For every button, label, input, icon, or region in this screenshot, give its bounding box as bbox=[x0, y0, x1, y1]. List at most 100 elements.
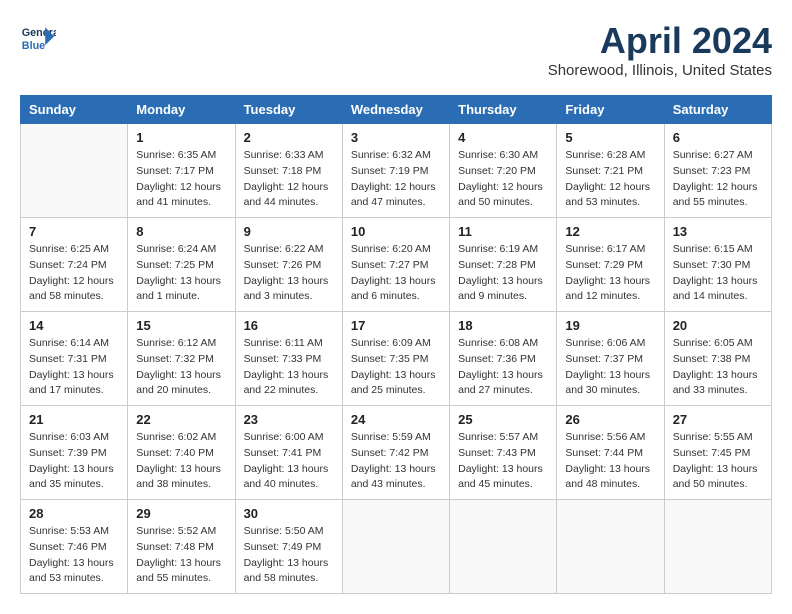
calendar-cell: 12 Sunrise: 6:17 AMSunset: 7:29 PMDayligh… bbox=[557, 218, 664, 312]
day-number: 26 bbox=[565, 412, 655, 427]
day-info: Sunrise: 6:09 AMSunset: 7:35 PMDaylight:… bbox=[351, 336, 441, 399]
calendar-cell bbox=[664, 500, 771, 594]
day-info: Sunrise: 6:28 AMSunset: 7:21 PMDaylight:… bbox=[565, 148, 655, 211]
day-number: 7 bbox=[29, 224, 119, 239]
calendar-cell: 2 Sunrise: 6:33 AMSunset: 7:18 PMDaylight… bbox=[235, 124, 342, 218]
day-number: 30 bbox=[244, 506, 334, 521]
weekday-header-monday: Monday bbox=[128, 96, 235, 124]
calendar-cell: 28 Sunrise: 5:53 AMSunset: 7:46 PMDayligh… bbox=[21, 500, 128, 594]
weekday-header-tuesday: Tuesday bbox=[235, 96, 342, 124]
day-info: Sunrise: 6:15 AMSunset: 7:30 PMDaylight:… bbox=[673, 242, 763, 305]
calendar-cell: 4 Sunrise: 6:30 AMSunset: 7:20 PMDaylight… bbox=[450, 124, 557, 218]
day-number: 3 bbox=[351, 130, 441, 145]
calendar-table: SundayMondayTuesdayWednesdayThursdayFrid… bbox=[20, 95, 772, 594]
day-info: Sunrise: 6:17 AMSunset: 7:29 PMDaylight:… bbox=[565, 242, 655, 305]
day-info: Sunrise: 6:03 AMSunset: 7:39 PMDaylight:… bbox=[29, 430, 119, 493]
day-number: 12 bbox=[565, 224, 655, 239]
day-number: 24 bbox=[351, 412, 441, 427]
title-block: April 2024 Shorewood, Illinois, United S… bbox=[548, 20, 772, 79]
day-info: Sunrise: 6:30 AMSunset: 7:20 PMDaylight:… bbox=[458, 148, 548, 211]
calendar-cell: 5 Sunrise: 6:28 AMSunset: 7:21 PMDaylight… bbox=[557, 124, 664, 218]
calendar-cell: 7 Sunrise: 6:25 AMSunset: 7:24 PMDaylight… bbox=[21, 218, 128, 312]
calendar-cell: 25 Sunrise: 5:57 AMSunset: 7:43 PMDayligh… bbox=[450, 406, 557, 500]
weekday-header-saturday: Saturday bbox=[664, 96, 771, 124]
day-info: Sunrise: 6:14 AMSunset: 7:31 PMDaylight:… bbox=[29, 336, 119, 399]
day-info: Sunrise: 6:35 AMSunset: 7:17 PMDaylight:… bbox=[136, 148, 226, 211]
day-number: 5 bbox=[565, 130, 655, 145]
svg-text:Blue: Blue bbox=[22, 40, 45, 52]
calendar-cell: 10Sunrise: 6:20 AMSunset: 7:27 PMDayligh… bbox=[342, 218, 449, 312]
day-number: 14 bbox=[29, 318, 119, 333]
day-info: Sunrise: 5:50 AMSunset: 7:49 PMDaylight:… bbox=[244, 524, 334, 587]
day-number: 23 bbox=[244, 412, 334, 427]
calendar-cell bbox=[21, 124, 128, 218]
day-info: Sunrise: 5:59 AMSunset: 7:42 PMDaylight:… bbox=[351, 430, 441, 493]
calendar-cell: 9Sunrise: 6:22 AMSunset: 7:26 PMDaylight… bbox=[235, 218, 342, 312]
day-info: Sunrise: 6:32 AMSunset: 7:19 PMDaylight:… bbox=[351, 148, 441, 211]
day-number: 13 bbox=[673, 224, 763, 239]
week-row-4: 21Sunrise: 6:03 AMSunset: 7:39 PMDayligh… bbox=[21, 406, 772, 500]
day-info: Sunrise: 6:08 AMSunset: 7:36 PMDaylight:… bbox=[458, 336, 548, 399]
day-info: Sunrise: 5:53 AMSunset: 7:46 PMDaylight:… bbox=[29, 524, 119, 587]
day-number: 6 bbox=[673, 130, 763, 145]
day-info: Sunrise: 6:02 AMSunset: 7:40 PMDaylight:… bbox=[136, 430, 226, 493]
day-number: 29 bbox=[136, 506, 226, 521]
page-header: General Blue April 2024 Shorewood, Illin… bbox=[20, 20, 772, 79]
location: Shorewood, Illinois, United States bbox=[548, 62, 772, 79]
calendar-cell: 27 Sunrise: 5:55 AMSunset: 7:45 PMDayligh… bbox=[664, 406, 771, 500]
calendar-cell bbox=[342, 500, 449, 594]
calendar-cell bbox=[450, 500, 557, 594]
calendar-cell: 15Sunrise: 6:12 AMSunset: 7:32 PMDayligh… bbox=[128, 312, 235, 406]
day-number: 1 bbox=[136, 130, 226, 145]
day-number: 4 bbox=[458, 130, 548, 145]
day-info: Sunrise: 6:25 AMSunset: 7:24 PMDaylight:… bbox=[29, 242, 119, 305]
week-row-2: 7 Sunrise: 6:25 AMSunset: 7:24 PMDaylight… bbox=[21, 218, 772, 312]
day-info: Sunrise: 6:33 AMSunset: 7:18 PMDaylight:… bbox=[244, 148, 334, 211]
calendar-cell: 6Sunrise: 6:27 AMSunset: 7:23 PMDaylight… bbox=[664, 124, 771, 218]
day-number: 25 bbox=[458, 412, 548, 427]
day-number: 19 bbox=[565, 318, 655, 333]
day-number: 8 bbox=[136, 224, 226, 239]
calendar-cell: 21Sunrise: 6:03 AMSunset: 7:39 PMDayligh… bbox=[21, 406, 128, 500]
calendar-cell: 3 Sunrise: 6:32 AMSunset: 7:19 PMDaylight… bbox=[342, 124, 449, 218]
week-row-1: 1 Sunrise: 6:35 AMSunset: 7:17 PMDaylight… bbox=[21, 124, 772, 218]
day-info: Sunrise: 6:12 AMSunset: 7:32 PMDaylight:… bbox=[136, 336, 226, 399]
calendar-cell: 17 Sunrise: 6:09 AMSunset: 7:35 PMDayligh… bbox=[342, 312, 449, 406]
day-info: Sunrise: 5:57 AMSunset: 7:43 PMDaylight:… bbox=[458, 430, 548, 493]
day-info: Sunrise: 6:11 AMSunset: 7:33 PMDaylight:… bbox=[244, 336, 334, 399]
calendar-cell: 23 Sunrise: 6:00 AMSunset: 7:41 PMDayligh… bbox=[235, 406, 342, 500]
day-number: 10 bbox=[351, 224, 441, 239]
weekday-header-friday: Friday bbox=[557, 96, 664, 124]
day-info: Sunrise: 5:55 AMSunset: 7:45 PMDaylight:… bbox=[673, 430, 763, 493]
day-info: Sunrise: 5:56 AMSunset: 7:44 PMDaylight:… bbox=[565, 430, 655, 493]
calendar-cell: 20 Sunrise: 6:05 AMSunset: 7:38 PMDayligh… bbox=[664, 312, 771, 406]
day-number: 18 bbox=[458, 318, 548, 333]
calendar-cell: 14 Sunrise: 6:14 AMSunset: 7:31 PMDayligh… bbox=[21, 312, 128, 406]
day-info: Sunrise: 6:05 AMSunset: 7:38 PMDaylight:… bbox=[673, 336, 763, 399]
month-title: April 2024 bbox=[548, 20, 772, 62]
day-info: Sunrise: 5:52 AMSunset: 7:48 PMDaylight:… bbox=[136, 524, 226, 587]
day-number: 2 bbox=[244, 130, 334, 145]
calendar-cell: 24 Sunrise: 5:59 AMSunset: 7:42 PMDayligh… bbox=[342, 406, 449, 500]
day-number: 27 bbox=[673, 412, 763, 427]
day-number: 11 bbox=[458, 224, 548, 239]
day-info: Sunrise: 6:00 AMSunset: 7:41 PMDaylight:… bbox=[244, 430, 334, 493]
day-number: 22 bbox=[136, 412, 226, 427]
logo-icon: General Blue bbox=[20, 20, 56, 56]
calendar-cell: 29 Sunrise: 5:52 AMSunset: 7:48 PMDayligh… bbox=[128, 500, 235, 594]
calendar-cell: 11Sunrise: 6:19 AMSunset: 7:28 PMDayligh… bbox=[450, 218, 557, 312]
calendar-cell: 1 Sunrise: 6:35 AMSunset: 7:17 PMDaylight… bbox=[128, 124, 235, 218]
day-info: Sunrise: 6:22 AMSunset: 7:26 PMDaylight:… bbox=[244, 242, 334, 305]
weekday-header-sunday: Sunday bbox=[21, 96, 128, 124]
calendar-cell: 8Sunrise: 6:24 AMSunset: 7:25 PMDaylight… bbox=[128, 218, 235, 312]
weekday-header-thursday: Thursday bbox=[450, 96, 557, 124]
day-number: 28 bbox=[29, 506, 119, 521]
day-number: 17 bbox=[351, 318, 441, 333]
day-number: 20 bbox=[673, 318, 763, 333]
calendar-cell: 22 Sunrise: 6:02 AMSunset: 7:40 PMDayligh… bbox=[128, 406, 235, 500]
calendar-cell: 19 Sunrise: 6:06 AMSunset: 7:37 PMDayligh… bbox=[557, 312, 664, 406]
calendar-cell: 26 Sunrise: 5:56 AMSunset: 7:44 PMDayligh… bbox=[557, 406, 664, 500]
day-info: Sunrise: 6:06 AMSunset: 7:37 PMDaylight:… bbox=[565, 336, 655, 399]
logo: General Blue bbox=[20, 20, 56, 56]
week-row-3: 14 Sunrise: 6:14 AMSunset: 7:31 PMDayligh… bbox=[21, 312, 772, 406]
